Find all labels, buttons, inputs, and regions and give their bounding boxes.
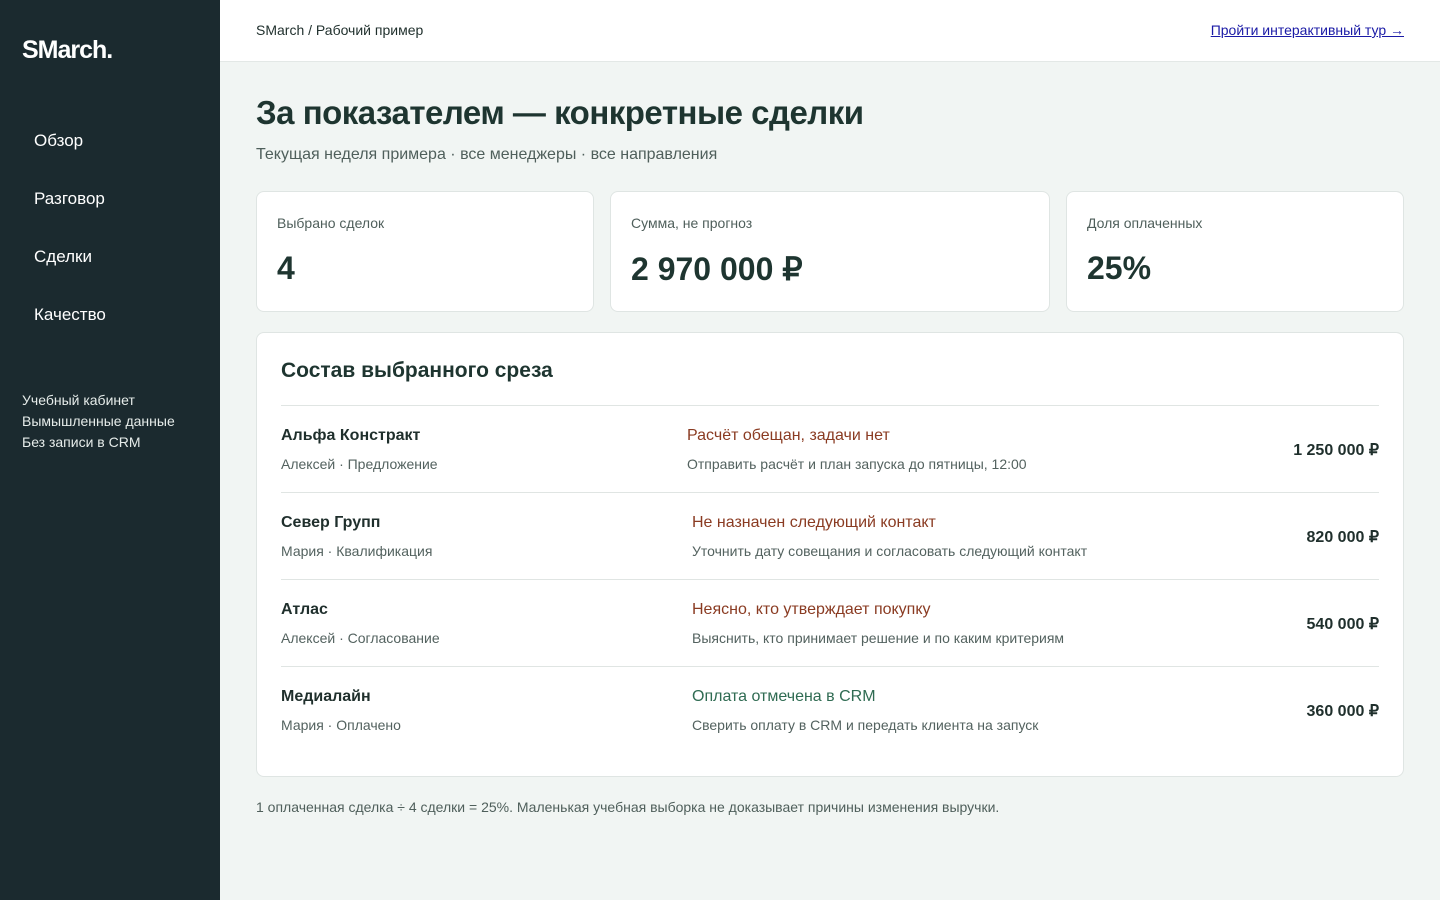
topbar: SMarch / Рабочий пример Пройти интеракти… [220, 0, 1440, 62]
deal-meta: Мария · Оплачено [281, 717, 401, 733]
sidebar: SMarch. Обзор Разговор Сделки Качество У… [0, 0, 220, 900]
deal-issue: Расчёт обещан, задачи нет [687, 427, 890, 444]
deal-row[interactable]: Медиалайн Мария · Оплачено Оплата отмече… [281, 666, 1379, 753]
deal-issue: Неясно, кто утверждает покупку [692, 601, 931, 618]
page-subtitle: Текущая неделя примера · все менеджеры ·… [256, 146, 718, 163]
interactive-tour-link[interactable]: Пройти интерактивный тур → [1211, 22, 1404, 38]
stat-value: 2 970 000 ₽ [631, 251, 803, 287]
stat-label: Сумма, не прогноз [631, 215, 753, 231]
deals-list: Альфа Констракт Алексей · Предложение Ра… [281, 405, 1379, 753]
stat-label: Выбрано сделок [277, 215, 385, 231]
deal-name: Медиалайн [281, 688, 371, 705]
sidebar-note: Без записи в CRM [22, 434, 141, 450]
sidebar-notes: Учебный кабинет Вымышленные данные Без з… [22, 390, 175, 453]
deal-meta: Алексей · Согласование [281, 630, 440, 646]
logo[interactable]: SMarch. [22, 36, 113, 65]
page-title: За показателем — конкретные сделки [256, 94, 864, 131]
deal-name: Атлас [281, 601, 328, 618]
stat-card-selected-deals: Выбрано сделок 4 [256, 191, 594, 312]
sidebar-note: Вымышленные данные [22, 413, 175, 429]
stat-value: 4 [277, 250, 295, 286]
deal-amount: 360 000 ₽ [1306, 703, 1379, 720]
sidebar-note: Учебный кабинет [22, 392, 135, 408]
stat-card-total-sum: Сумма, не прогноз 2 970 000 ₽ [610, 191, 1050, 312]
deal-issue: Оплата отмечена в CRM [692, 688, 876, 705]
deal-meta: Алексей · Предложение [281, 456, 438, 472]
sidebar-item-overview[interactable]: Обзор [34, 130, 106, 188]
stat-value: 25% [1087, 250, 1152, 286]
deal-row[interactable]: Альфа Констракт Алексей · Предложение Ра… [281, 405, 1379, 492]
deal-row[interactable]: Север Групп Мария · Квалификация Не назн… [281, 492, 1379, 579]
sidebar-nav: Обзор Разговор Сделки Качество [34, 130, 106, 362]
deal-issue: Не назначен следующий контакт [692, 514, 936, 531]
deal-row[interactable]: Атлас Алексей · Согласование Неясно, кто… [281, 579, 1379, 666]
slice-composition-panel: Состав выбранного среза Альфа Констракт … [256, 332, 1404, 777]
deal-next-action: Сверить оплату в CRM и передать клиента … [692, 717, 1039, 733]
deal-amount: 1 250 000 ₽ [1293, 442, 1379, 459]
sidebar-item-deals[interactable]: Сделки [34, 246, 106, 304]
deal-next-action: Уточнить дату совещания и согласовать сл… [692, 543, 1088, 559]
deal-name: Север Групп [281, 514, 381, 531]
panel-title: Состав выбранного среза [281, 359, 553, 382]
footnote: 1 оплаченная сделка ÷ 4 сделки = 25%. Ма… [256, 799, 1000, 815]
stat-card-paid-share: Доля оплаченных 25% [1066, 191, 1404, 312]
stat-label: Доля оплаченных [1087, 215, 1203, 231]
deal-amount: 540 000 ₽ [1306, 616, 1379, 633]
sidebar-item-conversation[interactable]: Разговор [34, 188, 106, 246]
sidebar-item-quality[interactable]: Качество [34, 304, 106, 362]
deal-next-action: Отправить расчёт и план запуска до пятни… [687, 456, 1027, 472]
deal-meta: Мария · Квалификация [281, 543, 433, 559]
deal-next-action: Выяснить, кто принимает решение и по как… [692, 630, 1065, 646]
breadcrumb: SMarch / Рабочий пример [256, 22, 424, 38]
deal-name: Альфа Констракт [281, 427, 421, 444]
deal-amount: 820 000 ₽ [1306, 529, 1379, 546]
